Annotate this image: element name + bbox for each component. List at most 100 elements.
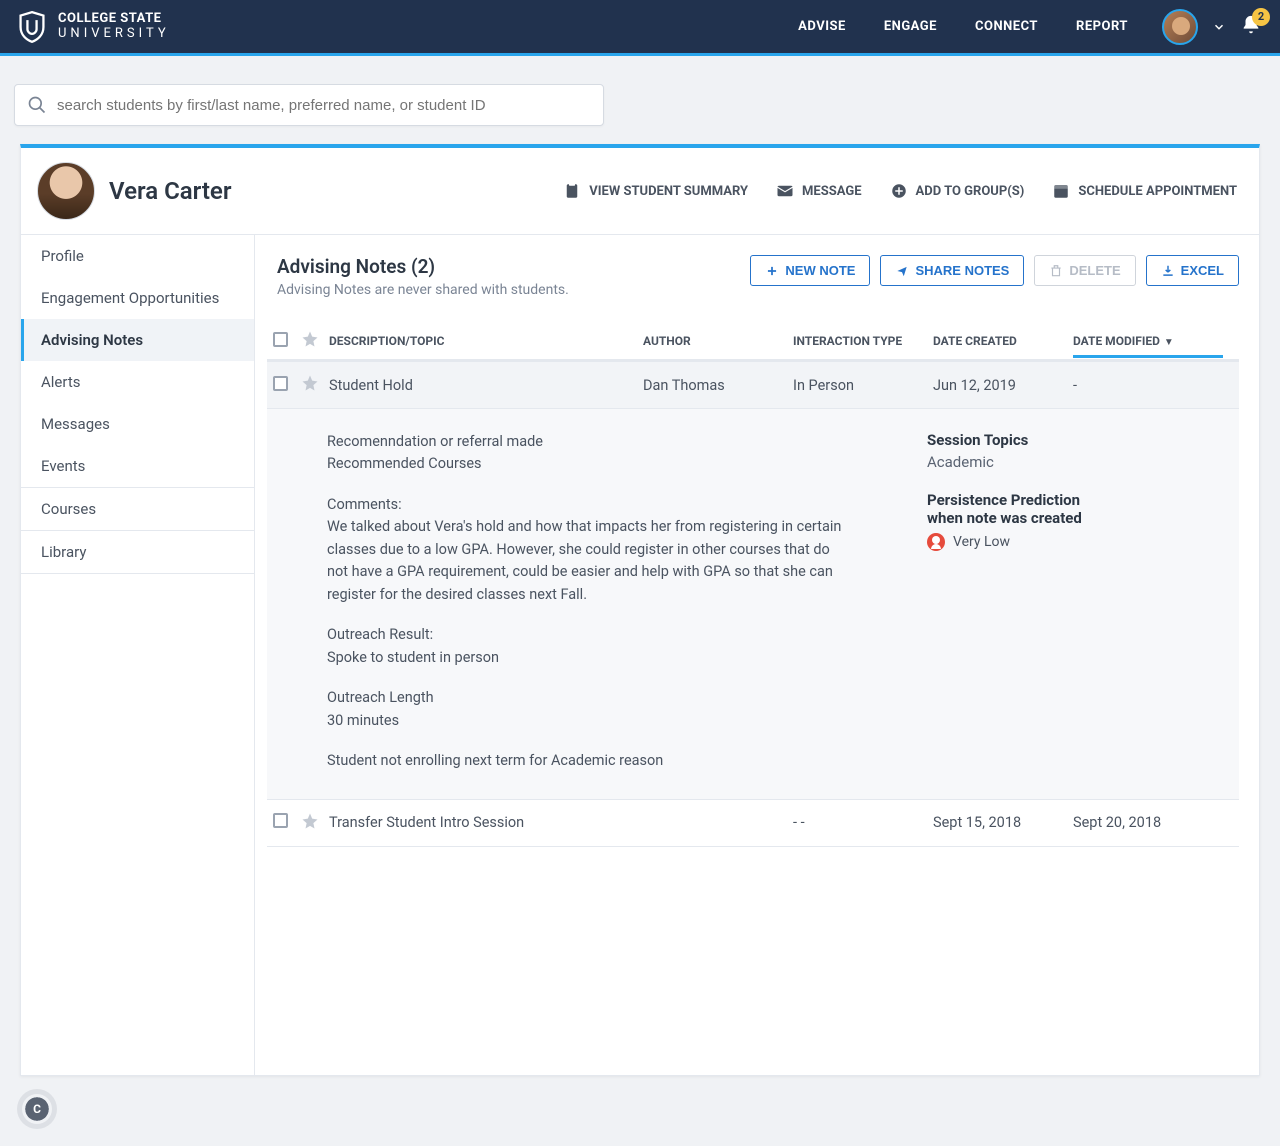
sidebar-item-courses[interactable]: Courses [21,487,254,530]
excel-button[interactable]: EXCEL [1146,255,1239,286]
nav-advise[interactable]: ADVISE [798,19,846,34]
new-note-button[interactable]: NEW NOTE [750,255,870,286]
persistence-title-2: when note was created [927,509,1227,527]
panel-subtitle: Advising Notes are never shared with stu… [277,282,569,298]
row-checkbox[interactable] [273,376,288,391]
main-panel: Advising Notes (2) Advising Notes are ne… [255,235,1259,1075]
clipboard-icon [563,182,581,200]
cell-created: Jun 12, 2019 [933,377,1073,394]
note-body: Recomenndation or referral made Recommen… [327,431,847,773]
col-description[interactable]: DESCRIPTION/TOPIC [329,334,643,348]
select-all-checkbox[interactable] [273,332,288,347]
message-label: MESSAGE [802,184,862,199]
note-expansion: Recomenndation or referral made Recommen… [267,409,1239,800]
view-summary-button[interactable]: VIEW STUDENT SUMMARY [563,182,748,200]
nav-connect[interactable]: CONNECT [975,19,1038,34]
sidebar-item-library[interactable]: Library [21,530,254,574]
row-checkbox[interactable] [273,813,288,828]
notifications-button[interactable]: 2 [1240,14,1262,40]
schedule-appointment-button[interactable]: SCHEDULE APPOINTMENT [1052,182,1237,200]
nav-engage[interactable]: ENGAGE [884,19,937,34]
sidebar-item-alerts[interactable]: Alerts [21,361,254,403]
cell-description: Student Hold [329,377,643,394]
student-card: Vera Carter VIEW STUDENT SUMMARY MESSAGE… [20,144,1260,1076]
search-row [0,56,1280,144]
cell-interaction: - - [793,814,933,831]
plus-icon [765,264,779,278]
mail-icon [776,182,794,200]
sidebar-item-profile[interactable]: Profile [21,235,254,277]
sidebar-item-advising-notes[interactable]: Advising Notes [21,319,254,361]
session-topics-title: Session Topics [927,431,1227,449]
note-line: 30 minutes [327,710,847,732]
brand-logo: COLLEGE STATE UNIVERSITY [18,11,170,43]
cell-interaction: In Person [793,377,933,394]
view-summary-label: VIEW STUDENT SUMMARY [589,184,748,199]
new-note-label: NEW NOTE [785,263,855,278]
brand-text: COLLEGE STATE UNIVERSITY [58,12,170,41]
nav-report[interactable]: REPORT [1076,19,1128,34]
risk-person-icon [927,533,945,551]
search-input[interactable] [57,97,591,114]
sidebar-item-engagement[interactable]: Engagement Opportunities [21,277,254,319]
excel-label: EXCEL [1181,263,1224,278]
trash-icon [1049,264,1063,278]
sidebar-item-messages[interactable]: Messages [21,403,254,445]
delete-button: DELETE [1034,255,1135,286]
note-line: Comments: [327,494,847,516]
download-icon [1161,264,1175,278]
search-box[interactable] [14,84,604,126]
message-button[interactable]: MESSAGE [776,182,862,200]
share-notes-button[interactable]: SHARE NOTES [880,255,1024,286]
persistence-title-1: Persistence Prediction [927,491,1227,509]
share-notes-label: SHARE NOTES [915,263,1009,278]
table-row[interactable]: Student Hold Dan Thomas In Person Jun 12… [267,361,1239,409]
sidebar-item-events[interactable]: Events [21,445,254,487]
star-header-icon[interactable] [301,330,319,348]
note-line: We talked about Vera's hold and how that… [327,516,847,606]
cell-modified: - [1073,377,1233,394]
calendar-icon [1052,182,1070,200]
col-created[interactable]: DATE CREATED [933,334,1073,348]
card-header: Vera Carter VIEW STUDENT SUMMARY MESSAGE… [21,148,1259,235]
groups-label: ADD TO GROUP(S) [916,184,1025,199]
note-line: Outreach Result: [327,624,847,646]
student-name: Vera Carter [109,177,232,205]
note-line: Recommended Courses [327,453,847,475]
delete-label: DELETE [1069,263,1120,278]
cell-modified: Sept 20, 2018 [1073,814,1233,831]
nav-items: ADVISE ENGAGE CONNECT REPORT [798,19,1128,34]
student-avatar [37,162,95,220]
col-modified-label: DATE MODIFIED [1073,334,1160,348]
group-add-icon [890,182,908,200]
sort-caret-icon: ▼ [1164,337,1174,348]
schedule-label: SCHEDULE APPOINTMENT [1078,184,1237,199]
sidebar: Profile Engagement Opportunities Advisin… [21,235,255,1075]
corner-badge[interactable]: C [22,1094,52,1124]
col-modified[interactable]: DATE MODIFIED ▼ [1073,334,1233,348]
star-icon[interactable] [301,812,319,830]
table-header: DESCRIPTION/TOPIC AUTHOR INTERACTION TYP… [267,322,1239,361]
star-icon[interactable] [301,374,319,392]
shield-icon [18,11,46,43]
note-line: Spoke to student in person [327,647,847,669]
notification-badge: 2 [1252,8,1270,26]
brand-line2: UNIVERSITY [58,27,170,41]
col-author[interactable]: AUTHOR [643,334,793,348]
user-avatar[interactable] [1162,9,1198,45]
top-nav: COLLEGE STATE UNIVERSITY ADVISE ENGAGE C… [0,0,1280,56]
table-row[interactable]: Transfer Student Intro Session - - Sept … [267,800,1239,847]
cell-created: Sept 15, 2018 [933,814,1073,831]
brand-line1: COLLEGE STATE [58,12,170,26]
add-to-groups-button[interactable]: ADD TO GROUP(S) [890,182,1025,200]
col-interaction[interactable]: INTERACTION TYPE [793,334,933,348]
share-icon [895,264,909,278]
notes-table: DESCRIPTION/TOPIC AUTHOR INTERACTION TYP… [267,322,1239,847]
note-line: Student not enrolling next term for Acad… [327,750,847,772]
note-line: Recomenndation or referral made [327,431,847,453]
persistence-value: Very Low [953,534,1010,550]
chevron-down-icon[interactable] [1212,20,1226,34]
cell-description: Transfer Student Intro Session [329,814,643,831]
session-topics-value: Academic [927,453,1227,471]
panel-title: Advising Notes (2) [277,255,569,278]
